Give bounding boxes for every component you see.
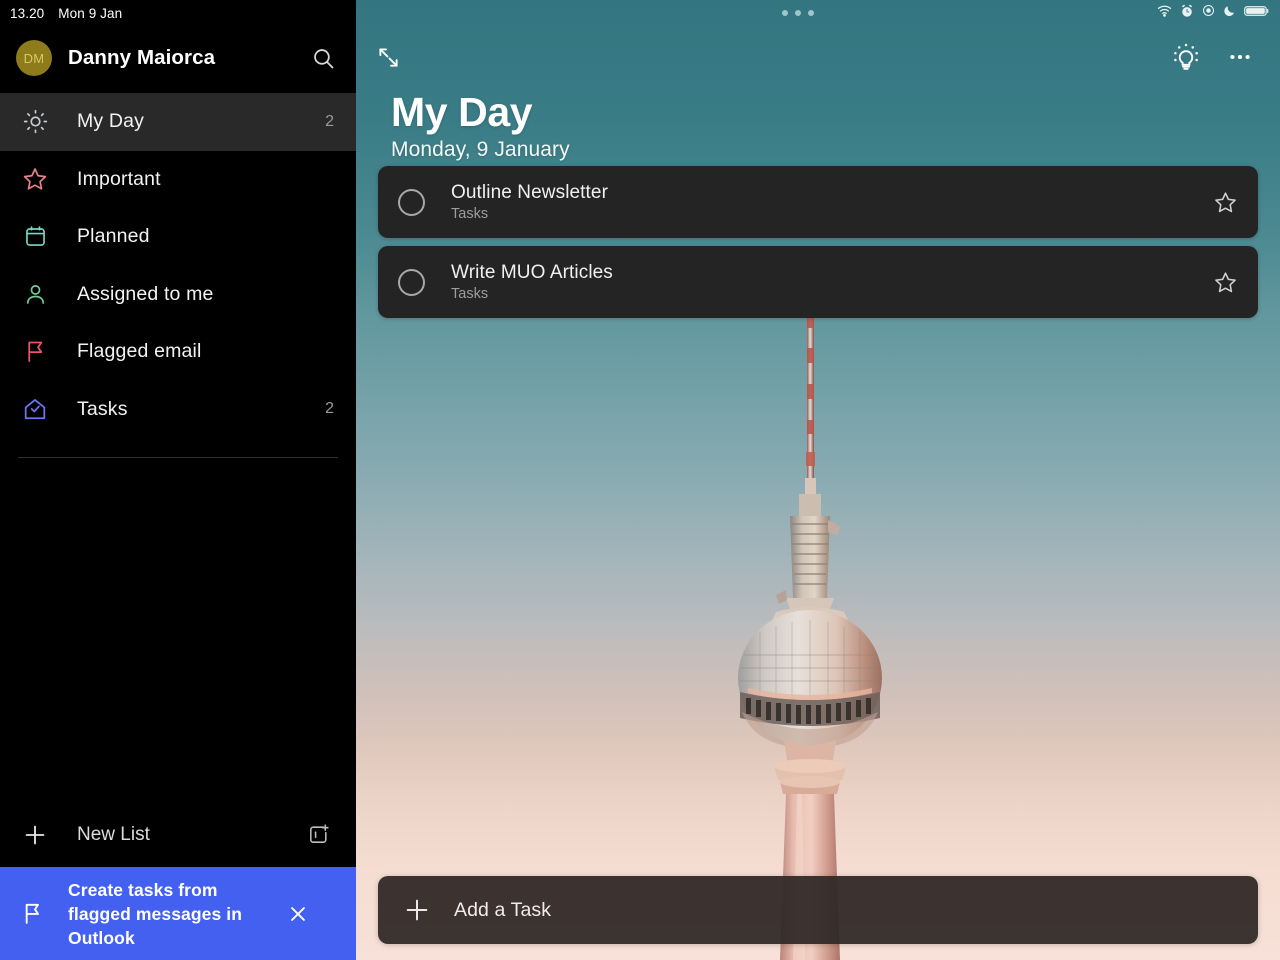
plus-icon — [402, 895, 432, 925]
task-row[interactable]: Outline Newsletter Tasks — [378, 166, 1258, 238]
status-bar-system-icons — [1157, 0, 1270, 26]
account-name: Danny Maiorca — [68, 46, 292, 70]
task-list-name: Tasks — [451, 286, 1210, 302]
dnd-circle-icon — [1202, 4, 1215, 22]
app-root: 13.20 Mon 9 Jan DM Danny Maiorca — [0, 0, 1280, 960]
header-toolbar — [356, 26, 1280, 88]
more-options-icon[interactable] — [1222, 39, 1258, 75]
task-list: Outline Newsletter Tasks Write MUO Artic… — [378, 166, 1258, 318]
header-actions — [1168, 39, 1258, 75]
moon-icon — [1223, 4, 1236, 22]
three-dots-indicator — [782, 10, 814, 16]
sidebar-nav-list: My Day 2 Important — [0, 93, 356, 438]
star-icon[interactable] — [1210, 187, 1240, 217]
sidebar-item-tasks[interactable]: Tasks 2 — [0, 381, 356, 439]
main-panel: My Day Monday, 9 January Outline Newslet… — [356, 0, 1280, 960]
add-task-button[interactable]: Add a Task — [378, 876, 1258, 944]
star-icon — [20, 164, 50, 194]
lightbulb-icon[interactable] — [1168, 39, 1204, 75]
task-title: Write MUO Articles — [451, 262, 1210, 284]
task-row[interactable]: Write MUO Articles Tasks — [378, 246, 1258, 318]
expand-collapse-icon[interactable] — [370, 39, 406, 75]
sidebar-item-assigned-to-me[interactable]: Assigned to me — [0, 266, 356, 324]
sidebar-item-count: 2 — [325, 400, 334, 418]
sidebar-item-label: Assigned to me — [77, 283, 334, 306]
task-list-name: Tasks — [451, 206, 1210, 222]
star-icon[interactable] — [1210, 267, 1240, 297]
sidebar-item-label: My Day — [77, 110, 325, 133]
sidebar-item-label: Planned — [77, 225, 334, 248]
close-icon[interactable] — [283, 899, 313, 929]
task-checkbox[interactable] — [398, 269, 425, 296]
wifi-icon — [1157, 3, 1172, 23]
banner-text: Create tasks from flagged messages in Ou… — [68, 878, 283, 950]
new-list-button[interactable]: New List — [0, 803, 356, 867]
task-content: Write MUO Articles Tasks — [451, 262, 1210, 302]
sidebar-item-label: Important — [77, 168, 334, 191]
house-check-icon — [20, 394, 50, 424]
task-content: Outline Newsletter Tasks — [451, 182, 1210, 222]
sidebar-item-label: Flagged email — [77, 340, 334, 363]
sun-icon — [20, 107, 50, 137]
sidebar-item-important[interactable]: Important — [0, 151, 356, 209]
sidebar-item-count: 2 — [325, 113, 334, 131]
status-bar-left: 13.20 Mon 9 Jan — [0, 0, 356, 26]
status-bar-date: Mon 9 Jan — [58, 6, 122, 21]
sidebar-item-my-day[interactable]: My Day 2 — [0, 93, 356, 151]
plus-icon — [20, 820, 50, 850]
sidebar-item-flagged-email[interactable]: Flagged email — [0, 323, 356, 381]
outlook-flagged-banner[interactable]: Create tasks from flagged messages in Ou… — [0, 867, 356, 960]
sidebar-item-planned[interactable]: Planned — [0, 208, 356, 266]
status-bar-time: 13.20 — [10, 6, 44, 21]
page-title: My Day — [391, 88, 1280, 136]
alarm-icon — [1180, 4, 1194, 23]
page-subtitle: Monday, 9 January — [391, 138, 1280, 162]
status-bar-right-area — [356, 0, 1280, 26]
task-checkbox[interactable] — [398, 189, 425, 216]
new-list-label: New List — [77, 824, 304, 846]
main-header: My Day Monday, 9 January — [356, 26, 1280, 162]
sidebar-item-label: Tasks — [77, 398, 325, 421]
sidebar-spacer — [0, 458, 356, 803]
flag-icon — [20, 337, 50, 367]
calendar-icon — [20, 222, 50, 252]
battery-icon — [1244, 4, 1270, 23]
add-task-label: Add a Task — [454, 899, 551, 922]
task-title: Outline Newsletter — [451, 182, 1210, 204]
avatar[interactable]: DM — [16, 40, 52, 76]
sidebar: 13.20 Mon 9 Jan DM Danny Maiorca — [0, 0, 356, 960]
search-icon[interactable] — [308, 43, 338, 73]
person-icon — [20, 279, 50, 309]
new-group-icon[interactable] — [304, 820, 334, 850]
account-row[interactable]: DM Danny Maiorca — [0, 26, 356, 90]
flag-outline-icon — [18, 900, 46, 928]
